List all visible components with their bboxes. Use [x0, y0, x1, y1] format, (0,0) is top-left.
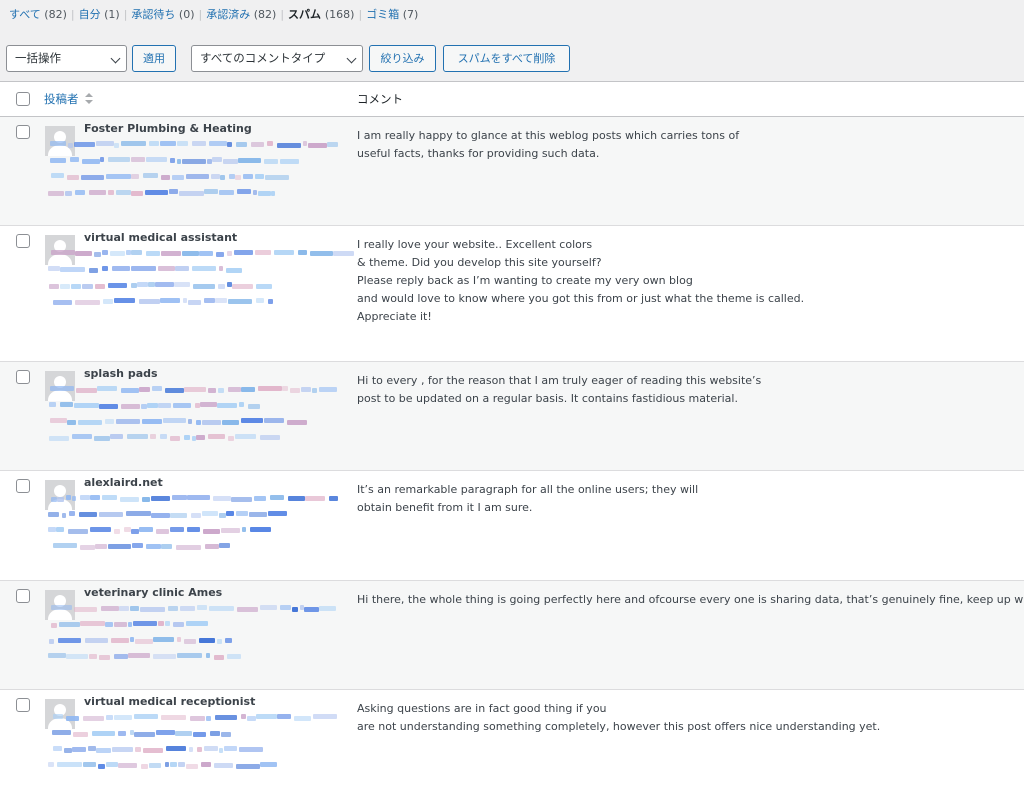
row-checkbox[interactable] — [16, 370, 30, 384]
filter-label: すべて — [9, 8, 41, 21]
redacted-author-details — [46, 714, 340, 784]
comment-line: Please reply back as I’m wanting to crea… — [357, 274, 693, 287]
row-checkbox[interactable] — [16, 698, 30, 712]
bulk-action-select[interactable]: 一括操作 — [6, 45, 127, 72]
comment-line: I am really happy to glance at this webl… — [357, 129, 740, 142]
comment-text: Hi there, the whole thing is going perfe… — [357, 591, 1024, 609]
comment-line: I really love your website.. Excellent c… — [357, 238, 593, 251]
filter-count: (82) — [253, 8, 277, 21]
table-row: splash pads Hi to every , for the reason … — [0, 362, 1024, 471]
comment-type-selected-value: すべてのコメントタイプ — [200, 51, 326, 65]
row-checkbox[interactable] — [16, 589, 30, 603]
author-name: Foster Plumbing & Heating — [84, 122, 252, 135]
table-header: 投稿者 コメント — [0, 82, 1024, 117]
author-name: virtual medical assistant — [84, 231, 238, 244]
filter-label: スパム — [288, 8, 322, 21]
author-name: veterinary clinic Ames — [84, 586, 223, 599]
comment-column-header: コメント — [357, 92, 403, 106]
apply-button[interactable]: 適用 — [132, 45, 176, 72]
chevron-down-icon — [346, 53, 357, 64]
comment-line: post to be updated on a regular basis. I… — [357, 392, 738, 405]
filter-count: (82) — [44, 8, 67, 21]
filter-link[interactable]: 承認済み (82) — [206, 8, 276, 21]
filter-label: 承認済み — [206, 8, 251, 21]
chevron-down-icon — [110, 53, 121, 64]
comment-line: useful facts, thanks for providing such … — [357, 147, 600, 160]
filter-count: (168) — [324, 8, 355, 21]
row-checkbox[interactable] — [16, 479, 30, 493]
filter-count: (0) — [178, 8, 195, 21]
table-row: Foster Plumbing & Heating I am really hap… — [0, 117, 1024, 226]
comment-line: obtain benefit from it I am sure. — [357, 501, 533, 514]
filter-separator: | — [280, 8, 285, 21]
empty-spam-button[interactable]: スパムをすべて削除 — [443, 45, 570, 72]
redacted-author-details — [46, 141, 340, 211]
filter-button[interactable]: 絞り込み — [369, 45, 436, 72]
comment-line: Appreciate it! — [357, 310, 432, 323]
filter-link[interactable]: すべて (82) — [9, 8, 67, 21]
filter-separator: | — [198, 8, 203, 21]
filter-count: (7) — [402, 8, 419, 21]
comment-text: I really love your website.. Excellent c… — [357, 236, 1019, 326]
table-row: virtual medical receptionist Asking quest… — [0, 690, 1024, 793]
filter-label: 承認待ち — [131, 8, 176, 21]
sort-icon — [84, 93, 94, 105]
comment-line: Hi to every , for the reason that I am t… — [357, 374, 762, 387]
comment-line: Asking questions are in fact good thing … — [357, 702, 607, 715]
row-checkbox[interactable] — [16, 234, 30, 248]
author-name: alexlaird.net — [84, 476, 163, 489]
table-row: alexlaird.net It’s an remarkable paragrap… — [0, 471, 1024, 581]
comment-line: are not understanding something complete… — [357, 720, 881, 733]
filter-separator: | — [123, 8, 128, 21]
table-row: virtual medical assistant I really love y… — [0, 226, 1024, 362]
filter-label: 自分 — [78, 8, 101, 21]
filter-link[interactable]: 承認待ち (0) — [131, 8, 194, 21]
row-checkbox[interactable] — [16, 125, 30, 139]
redacted-author-details — [46, 495, 340, 565]
bulk-action-selected-value: 一括操作 — [15, 51, 61, 65]
select-all-checkbox[interactable] — [16, 92, 30, 106]
redacted-author-details — [46, 386, 340, 456]
author-column-header[interactable]: 投稿者 — [44, 91, 94, 107]
comment-text: Hi to every , for the reason that I am t… — [357, 372, 1019, 408]
author-name: splash pads — [84, 367, 158, 380]
filter-label: ゴミ箱 — [366, 8, 400, 21]
redacted-author-details — [46, 605, 340, 675]
comment-line: Hi there, the whole thing is going perfe… — [357, 593, 1024, 606]
table-row: veterinary clinic Ames Hi there, the whol… — [0, 581, 1024, 690]
filter-separator: | — [358, 8, 363, 21]
filter-link[interactable]: 自分 (1) — [79, 8, 120, 21]
comment-text: I am really happy to glance at this webl… — [357, 127, 1019, 163]
redacted-author-details — [46, 250, 354, 320]
comment-status-filters: すべて (82) | 自分 (1) | 承認待ち (0) | 承認済み (82) | スパム (… — [9, 6, 418, 22]
comment-text: Asking questions are in fact good thing … — [357, 700, 1019, 736]
comment-line: It’s an remarkable paragraph for all the… — [357, 483, 699, 496]
filter-link[interactable]: スパム (168) — [288, 8, 354, 21]
filter-count: (1) — [104, 8, 120, 21]
comment-type-select[interactable]: すべてのコメントタイプ — [191, 45, 363, 72]
author-column-label: 投稿者 — [44, 92, 79, 106]
filter-separator: | — [70, 8, 75, 21]
filter-link[interactable]: ゴミ箱 (7) — [366, 8, 418, 21]
comment-line: and would love to know where you got thi… — [357, 292, 805, 305]
comment-text: It’s an remarkable paragraph for all the… — [357, 481, 1019, 517]
author-name: virtual medical receptionist — [84, 695, 256, 708]
comments-table: 投稿者 コメント Foster Plumbing & Heating I am r… — [0, 81, 1024, 793]
comment-line: & theme. Did you develop this site yours… — [357, 256, 602, 269]
